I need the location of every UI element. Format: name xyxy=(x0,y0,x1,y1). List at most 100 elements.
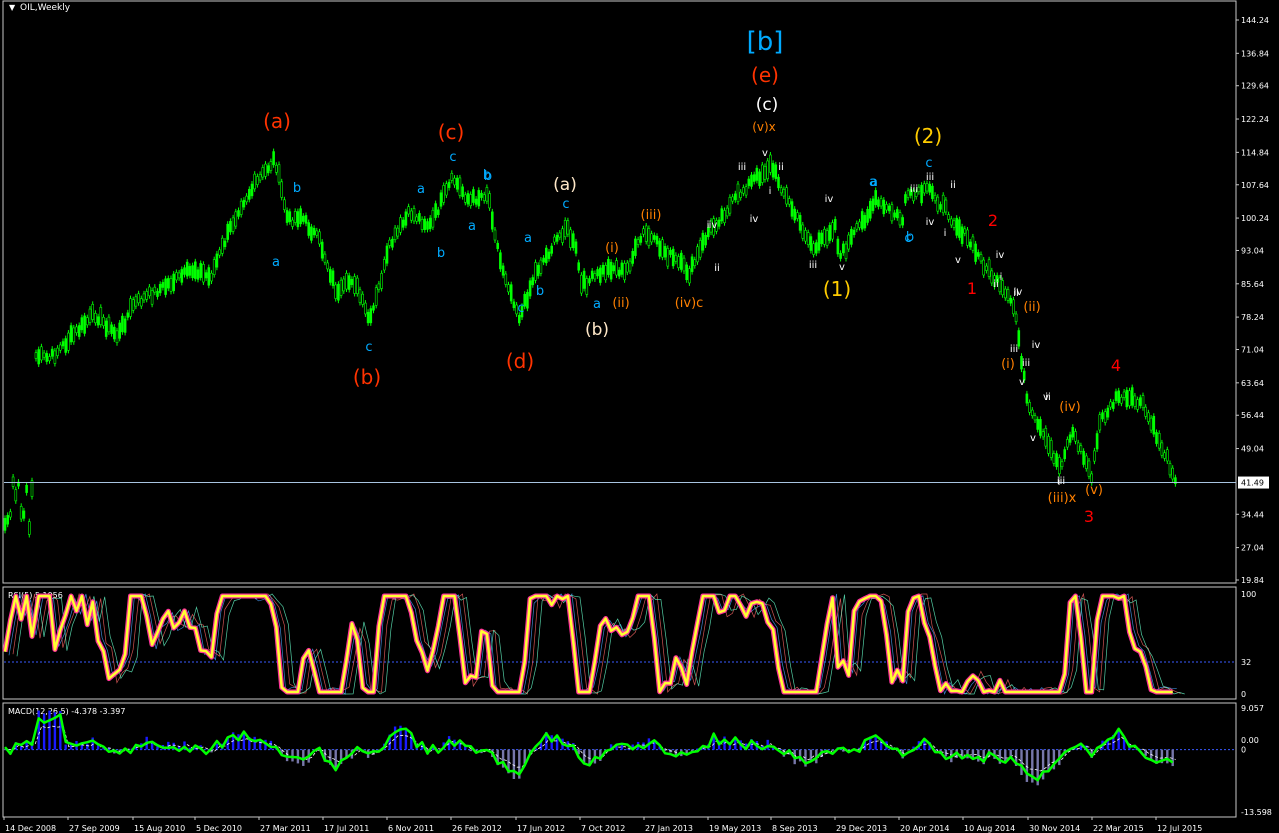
price-candle-body xyxy=(142,293,146,301)
time-tick-label: 27 Mar 2011 xyxy=(260,824,311,833)
price-candle-body xyxy=(385,245,389,264)
price-candle-body xyxy=(860,211,864,230)
price-candle-body xyxy=(19,506,23,520)
price-candle-body xyxy=(1112,402,1115,409)
price-candle-body xyxy=(617,269,621,277)
price-candle-body xyxy=(1066,439,1069,448)
window-menu-glyph[interactable]: ▼ xyxy=(9,3,16,12)
price-candle-body xyxy=(512,301,516,309)
price-candle-body xyxy=(574,241,578,254)
price-tick-label: 63.64 xyxy=(1241,379,1264,388)
wave-label: c xyxy=(517,301,524,316)
price-candle-body xyxy=(571,233,575,249)
price-candle-body xyxy=(123,318,127,333)
price-candle-body xyxy=(874,190,878,206)
price-candle-body xyxy=(925,183,929,192)
price-candle-body xyxy=(642,228,645,235)
rsi-tick-label: 100 xyxy=(1241,590,1256,599)
price-candle-body xyxy=(261,167,265,178)
price-candle-body xyxy=(717,219,721,227)
price-candle-body xyxy=(623,263,626,281)
price-tick-label: 100.24 xyxy=(1241,214,1269,223)
macd-hist-bar xyxy=(393,726,397,750)
price-candle-body xyxy=(941,194,945,214)
price-candle-body xyxy=(323,253,327,263)
price-candle-body xyxy=(126,312,130,318)
price-candle-body xyxy=(1031,409,1034,416)
price-candle-body xyxy=(790,201,794,217)
price-candle-body xyxy=(53,350,57,364)
price-candle-body xyxy=(1039,419,1042,436)
price-candle-body xyxy=(1041,431,1045,438)
price-candle-body xyxy=(1128,390,1131,407)
price-candle-body xyxy=(688,268,691,284)
price-candle-body xyxy=(1079,445,1083,452)
time-tick-label: 14 Dec 2008 xyxy=(5,824,56,833)
time-tick-label: 30 Nov 2014 xyxy=(1029,824,1080,833)
price-candle-body xyxy=(1101,412,1104,420)
price-candle-body xyxy=(291,219,294,227)
price-candle-body xyxy=(490,211,494,230)
price-candle-body xyxy=(272,151,275,166)
chart-background xyxy=(0,0,1279,833)
price-candle-body xyxy=(1028,402,1031,413)
price-candle-body xyxy=(445,183,448,196)
price-candle-body xyxy=(153,286,157,293)
price-candle-body xyxy=(83,315,86,334)
wave-label: (v) xyxy=(1085,483,1103,498)
price-candle-body xyxy=(339,279,343,296)
price-candle-body xyxy=(164,278,167,295)
macd-hist-bar xyxy=(512,749,516,780)
wave-label: (e) xyxy=(751,63,779,87)
price-candle-body xyxy=(253,173,256,190)
price-candle-body xyxy=(25,484,28,493)
price-candle-body xyxy=(958,219,961,238)
price-candle-body xyxy=(636,239,640,245)
price-candle-body xyxy=(42,352,46,358)
price-candle-body xyxy=(328,269,332,283)
wave-label: iii xyxy=(1022,358,1030,369)
price-candle-body xyxy=(555,234,559,242)
price-candle-body xyxy=(27,521,31,535)
price-candle-body xyxy=(391,238,394,248)
price-candle-body xyxy=(355,277,359,294)
chart-title: OIL,Weekly xyxy=(20,3,71,13)
wave-label: (c) xyxy=(756,95,779,115)
price-candle-body xyxy=(372,305,375,311)
wave-label: iv xyxy=(750,214,759,225)
price-candle-body xyxy=(77,325,81,337)
price-candle-body xyxy=(596,269,599,277)
price-candle-body xyxy=(1103,411,1107,423)
price-candle-body xyxy=(6,515,9,525)
price-candle-body xyxy=(679,252,683,270)
price-candle-body xyxy=(1082,450,1085,465)
wave-label: (iii)x xyxy=(1048,491,1077,506)
price-candle-body xyxy=(250,183,254,197)
wave-label: (ii) xyxy=(612,296,629,311)
price-candle-body xyxy=(793,208,797,221)
price-candle-body xyxy=(91,304,94,320)
price-candle-body xyxy=(1139,397,1142,406)
price-candle-body xyxy=(88,308,92,323)
price-candle-body xyxy=(442,185,446,203)
price-candle-body xyxy=(744,186,748,196)
macd-hist-bar xyxy=(91,737,94,750)
price-candle-body xyxy=(412,208,416,222)
price-candle-body xyxy=(285,210,289,223)
price-candle-body xyxy=(472,189,475,203)
wave-label: ii xyxy=(950,180,956,191)
time-tick-label: 17 Jul 2011 xyxy=(324,824,369,833)
price-candle-body xyxy=(266,165,270,174)
price-candle-body xyxy=(110,324,113,334)
price-candle-body xyxy=(221,237,224,254)
price-candle-body xyxy=(939,204,942,210)
wave-label: iii xyxy=(809,260,817,271)
price-candle-body xyxy=(320,241,324,259)
price-candle-body xyxy=(1166,449,1169,462)
price-candle-body xyxy=(704,235,707,246)
price-candle-body xyxy=(774,164,778,179)
price-candle-body xyxy=(288,211,292,223)
price-candle-body xyxy=(1147,412,1150,422)
wave-label: b xyxy=(293,181,301,196)
wave-label: ii xyxy=(778,162,784,173)
